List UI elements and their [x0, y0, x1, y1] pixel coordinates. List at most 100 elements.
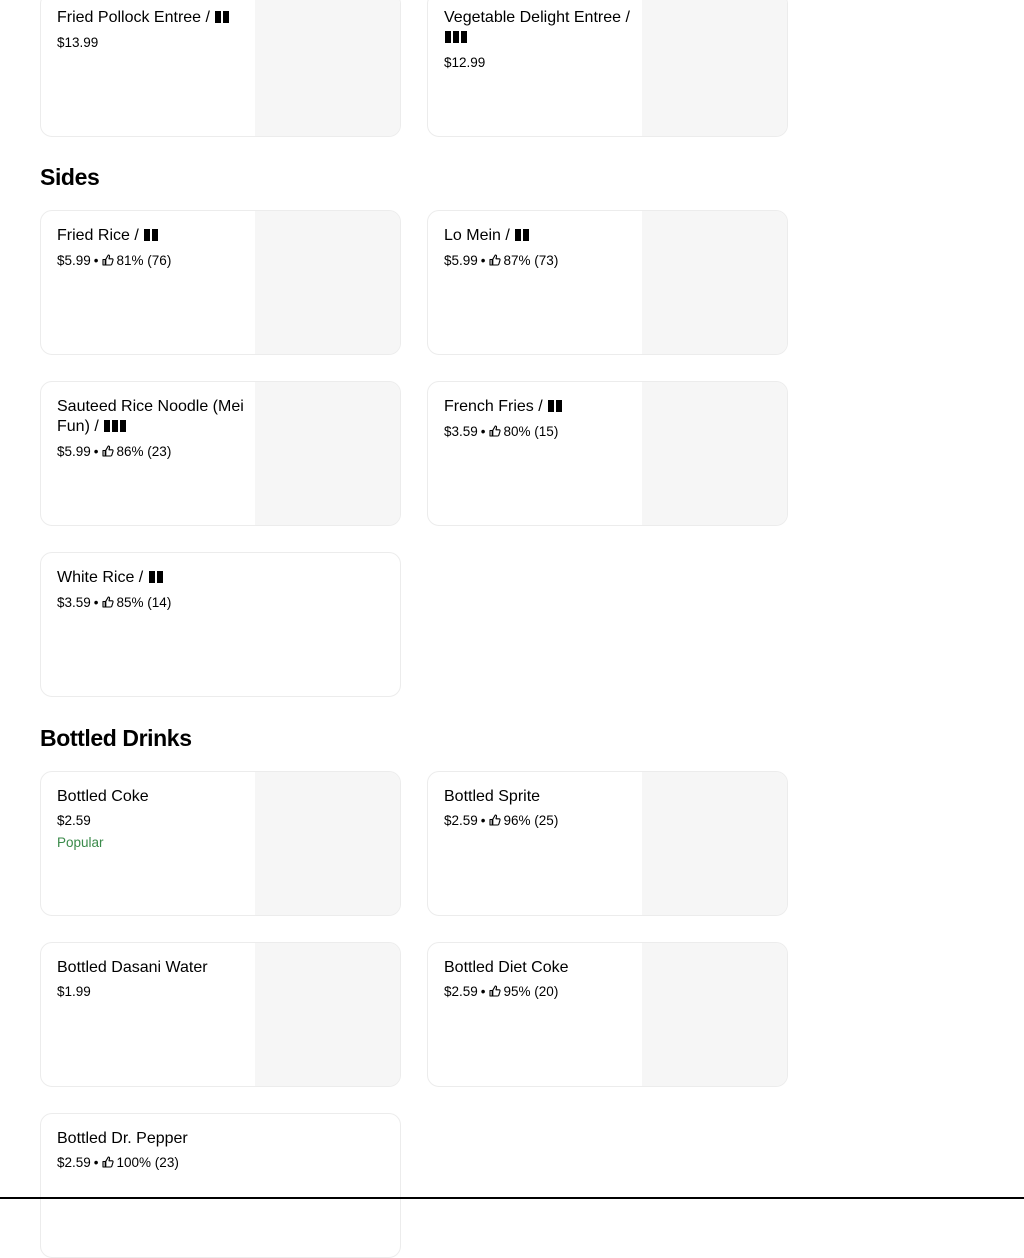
- menu-item-rating: 86% (23): [116, 444, 172, 459]
- thumbs-up-icon: [101, 596, 114, 608]
- menu-item-photo: [642, 943, 787, 1086]
- menu-item-photo: [255, 772, 400, 915]
- chili-pepper-icon: [144, 227, 160, 247]
- menu-item-price: $12.99: [444, 55, 486, 70]
- menu-item-info: French Fries / $3.59 • 80% (15): [444, 397, 634, 441]
- chili-pepper-icon: [104, 418, 128, 438]
- menu-item-meta: $5.99 • 81% (76): [57, 252, 247, 270]
- menu-item-card[interactable]: Bottled Sprite $2.59 • 96% (25): [427, 771, 788, 916]
- menu-item-price: $2.59: [57, 813, 91, 828]
- chili-pepper-icon: [515, 227, 531, 247]
- menu-item-photo: [255, 0, 400, 136]
- separator: •: [93, 1155, 99, 1170]
- thumbs-up-icon: [101, 1156, 114, 1168]
- menu-item-photo: [255, 382, 400, 525]
- menu-item-meta: $2.59 • 95% (20): [444, 983, 634, 1001]
- menu-item-price: $1.99: [57, 984, 91, 999]
- menu-item-info: Fried Rice / $5.99 • 81% (76): [57, 226, 247, 270]
- thumbs-up-icon: [101, 254, 114, 266]
- menu-item-info: Bottled Sprite $2.59 • 96% (25): [444, 787, 634, 830]
- menu-item-rating: 95% (20): [503, 984, 559, 999]
- separator: •: [93, 595, 99, 610]
- chili-pepper-icon: [148, 569, 165, 589]
- menu-item-info: Bottled Diet Coke $2.59 • 95% (20): [444, 958, 634, 1001]
- menu-item-name: Bottled Diet Coke: [444, 959, 569, 976]
- menu-item-name: White Rice /: [57, 568, 247, 589]
- menu-item-price: $5.99: [444, 253, 478, 268]
- chili-pepper-icon: [548, 398, 564, 418]
- menu-item-name: Fried Pollock Entree /: [57, 8, 247, 29]
- menu-item-info: White Rice / $3.59 • 85% (14): [57, 568, 247, 612]
- menu-item-meta: $13.99: [57, 34, 247, 52]
- thumbs-up-icon: [488, 254, 501, 266]
- menu-item-rating: 81% (76): [116, 253, 172, 268]
- menu-item-name: Bottled Dasani Water: [57, 959, 208, 976]
- menu-item-rating: 85% (14): [116, 595, 172, 610]
- separator: •: [480, 984, 486, 999]
- menu-item-price: $3.59: [57, 595, 91, 610]
- menu-item-price: $13.99: [57, 35, 99, 50]
- menu-item-price: $2.59: [57, 1155, 91, 1170]
- menu-item-card[interactable]: Sauteed Rice Noodle (Mei Fun) / $5.99 • 86…: [40, 381, 401, 526]
- section-title-sides: Sides: [40, 164, 100, 190]
- menu-item-card[interactable]: Bottled Diet Coke $2.59 • 95% (20): [427, 942, 788, 1087]
- menu-item-meta: $5.99 • 87% (73): [444, 252, 634, 270]
- menu-item-card[interactable]: Fried Pollock Entree / $13.99: [40, 0, 401, 137]
- menu-item-rating: 100% (23): [116, 1155, 179, 1170]
- menu-item-card[interactable]: Bottled Dr. Pepper $2.59 • 100% (23): [40, 1113, 401, 1258]
- menu-item-name: Bottled Coke: [57, 788, 149, 805]
- menu-item-rating: 87% (73): [503, 253, 559, 268]
- popular-badge: Popular: [57, 835, 104, 850]
- menu-item-info: Bottled Coke $2.59 Popular: [57, 787, 247, 852]
- menu-item-name: French Fries /: [444, 397, 634, 418]
- menu-item-name: Sauteed Rice Noodle (Mei Fun) /: [57, 397, 247, 438]
- menu-item-info: Bottled Dr. Pepper $2.59 • 100% (23): [57, 1129, 247, 1172]
- separator: •: [93, 444, 99, 459]
- chili-pepper-icon: [445, 29, 469, 49]
- menu-item-info: Sauteed Rice Noodle (Mei Fun) / $5.99 • 86…: [57, 397, 247, 461]
- thumbs-up-icon: [488, 425, 501, 437]
- menu-item-card[interactable]: French Fries / $3.59 • 80% (15): [427, 381, 788, 526]
- menu-item-photo: [642, 0, 787, 136]
- thumbs-up-icon: [488, 985, 501, 997]
- menu-item-meta: $2.59: [57, 812, 247, 830]
- thumbs-up-icon: [488, 814, 501, 826]
- menu-item-name: Lo Mein /: [444, 226, 634, 247]
- separator: •: [480, 424, 486, 439]
- menu-item-info: Fried Pollock Entree / $13.99: [57, 8, 247, 52]
- thumbs-up-icon: [101, 445, 114, 457]
- menu-item-photo: [255, 211, 400, 354]
- menu-item-card[interactable]: Bottled Coke $2.59 Popular: [40, 771, 401, 916]
- menu-item-photo: [255, 943, 400, 1086]
- menu-item-price: $2.59: [444, 813, 478, 828]
- menu-item-card[interactable]: Lo Mein / $5.99 • 87% (73): [427, 210, 788, 355]
- menu-item-card[interactable]: Fried Rice / $5.99 • 81% (76): [40, 210, 401, 355]
- section-title-bottled-drinks: Bottled Drinks: [40, 725, 192, 751]
- menu-item-meta: $1.99: [57, 983, 247, 1001]
- chili-pepper-icon: [215, 9, 231, 29]
- menu-item-info: Bottled Dasani Water $1.99: [57, 958, 247, 1001]
- menu-item-card[interactable]: Bottled Dasani Water $1.99: [40, 942, 401, 1087]
- menu-item-price: $3.59: [444, 424, 478, 439]
- menu-item-photo: [642, 772, 787, 915]
- menu-item-card[interactable]: Vegetable Delight Entree / $12.99: [427, 0, 788, 137]
- menu-item-card[interactable]: White Rice / $3.59 • 85% (14): [40, 552, 401, 697]
- menu-item-rating: 96% (25): [503, 813, 559, 828]
- menu-item-meta: $2.59 • 100% (23): [57, 1154, 247, 1172]
- menu-item-meta: $3.59 • 85% (14): [57, 594, 247, 612]
- menu-item-info: Lo Mein / $5.99 • 87% (73): [444, 226, 634, 270]
- menu-item-rating: 80% (15): [503, 424, 559, 439]
- menu-item-name: Bottled Dr. Pepper: [57, 1130, 188, 1147]
- menu-item-name: Vegetable Delight Entree /: [444, 8, 634, 49]
- separator: •: [480, 813, 486, 828]
- menu-item-meta: $12.99: [444, 54, 634, 72]
- menu-item-meta: $5.99 • 86% (23): [57, 443, 247, 461]
- menu-item-info: Vegetable Delight Entree / $12.99: [444, 8, 634, 72]
- menu-item-name: Bottled Sprite: [444, 788, 541, 805]
- menu-item-photo: [642, 382, 787, 525]
- menu-item-photo: [642, 211, 787, 354]
- menu-item-price: $2.59: [444, 984, 478, 999]
- menu-item-price: $5.99: [57, 253, 91, 268]
- menu-item-meta: $3.59 • 80% (15): [444, 423, 634, 441]
- separator: •: [93, 253, 99, 268]
